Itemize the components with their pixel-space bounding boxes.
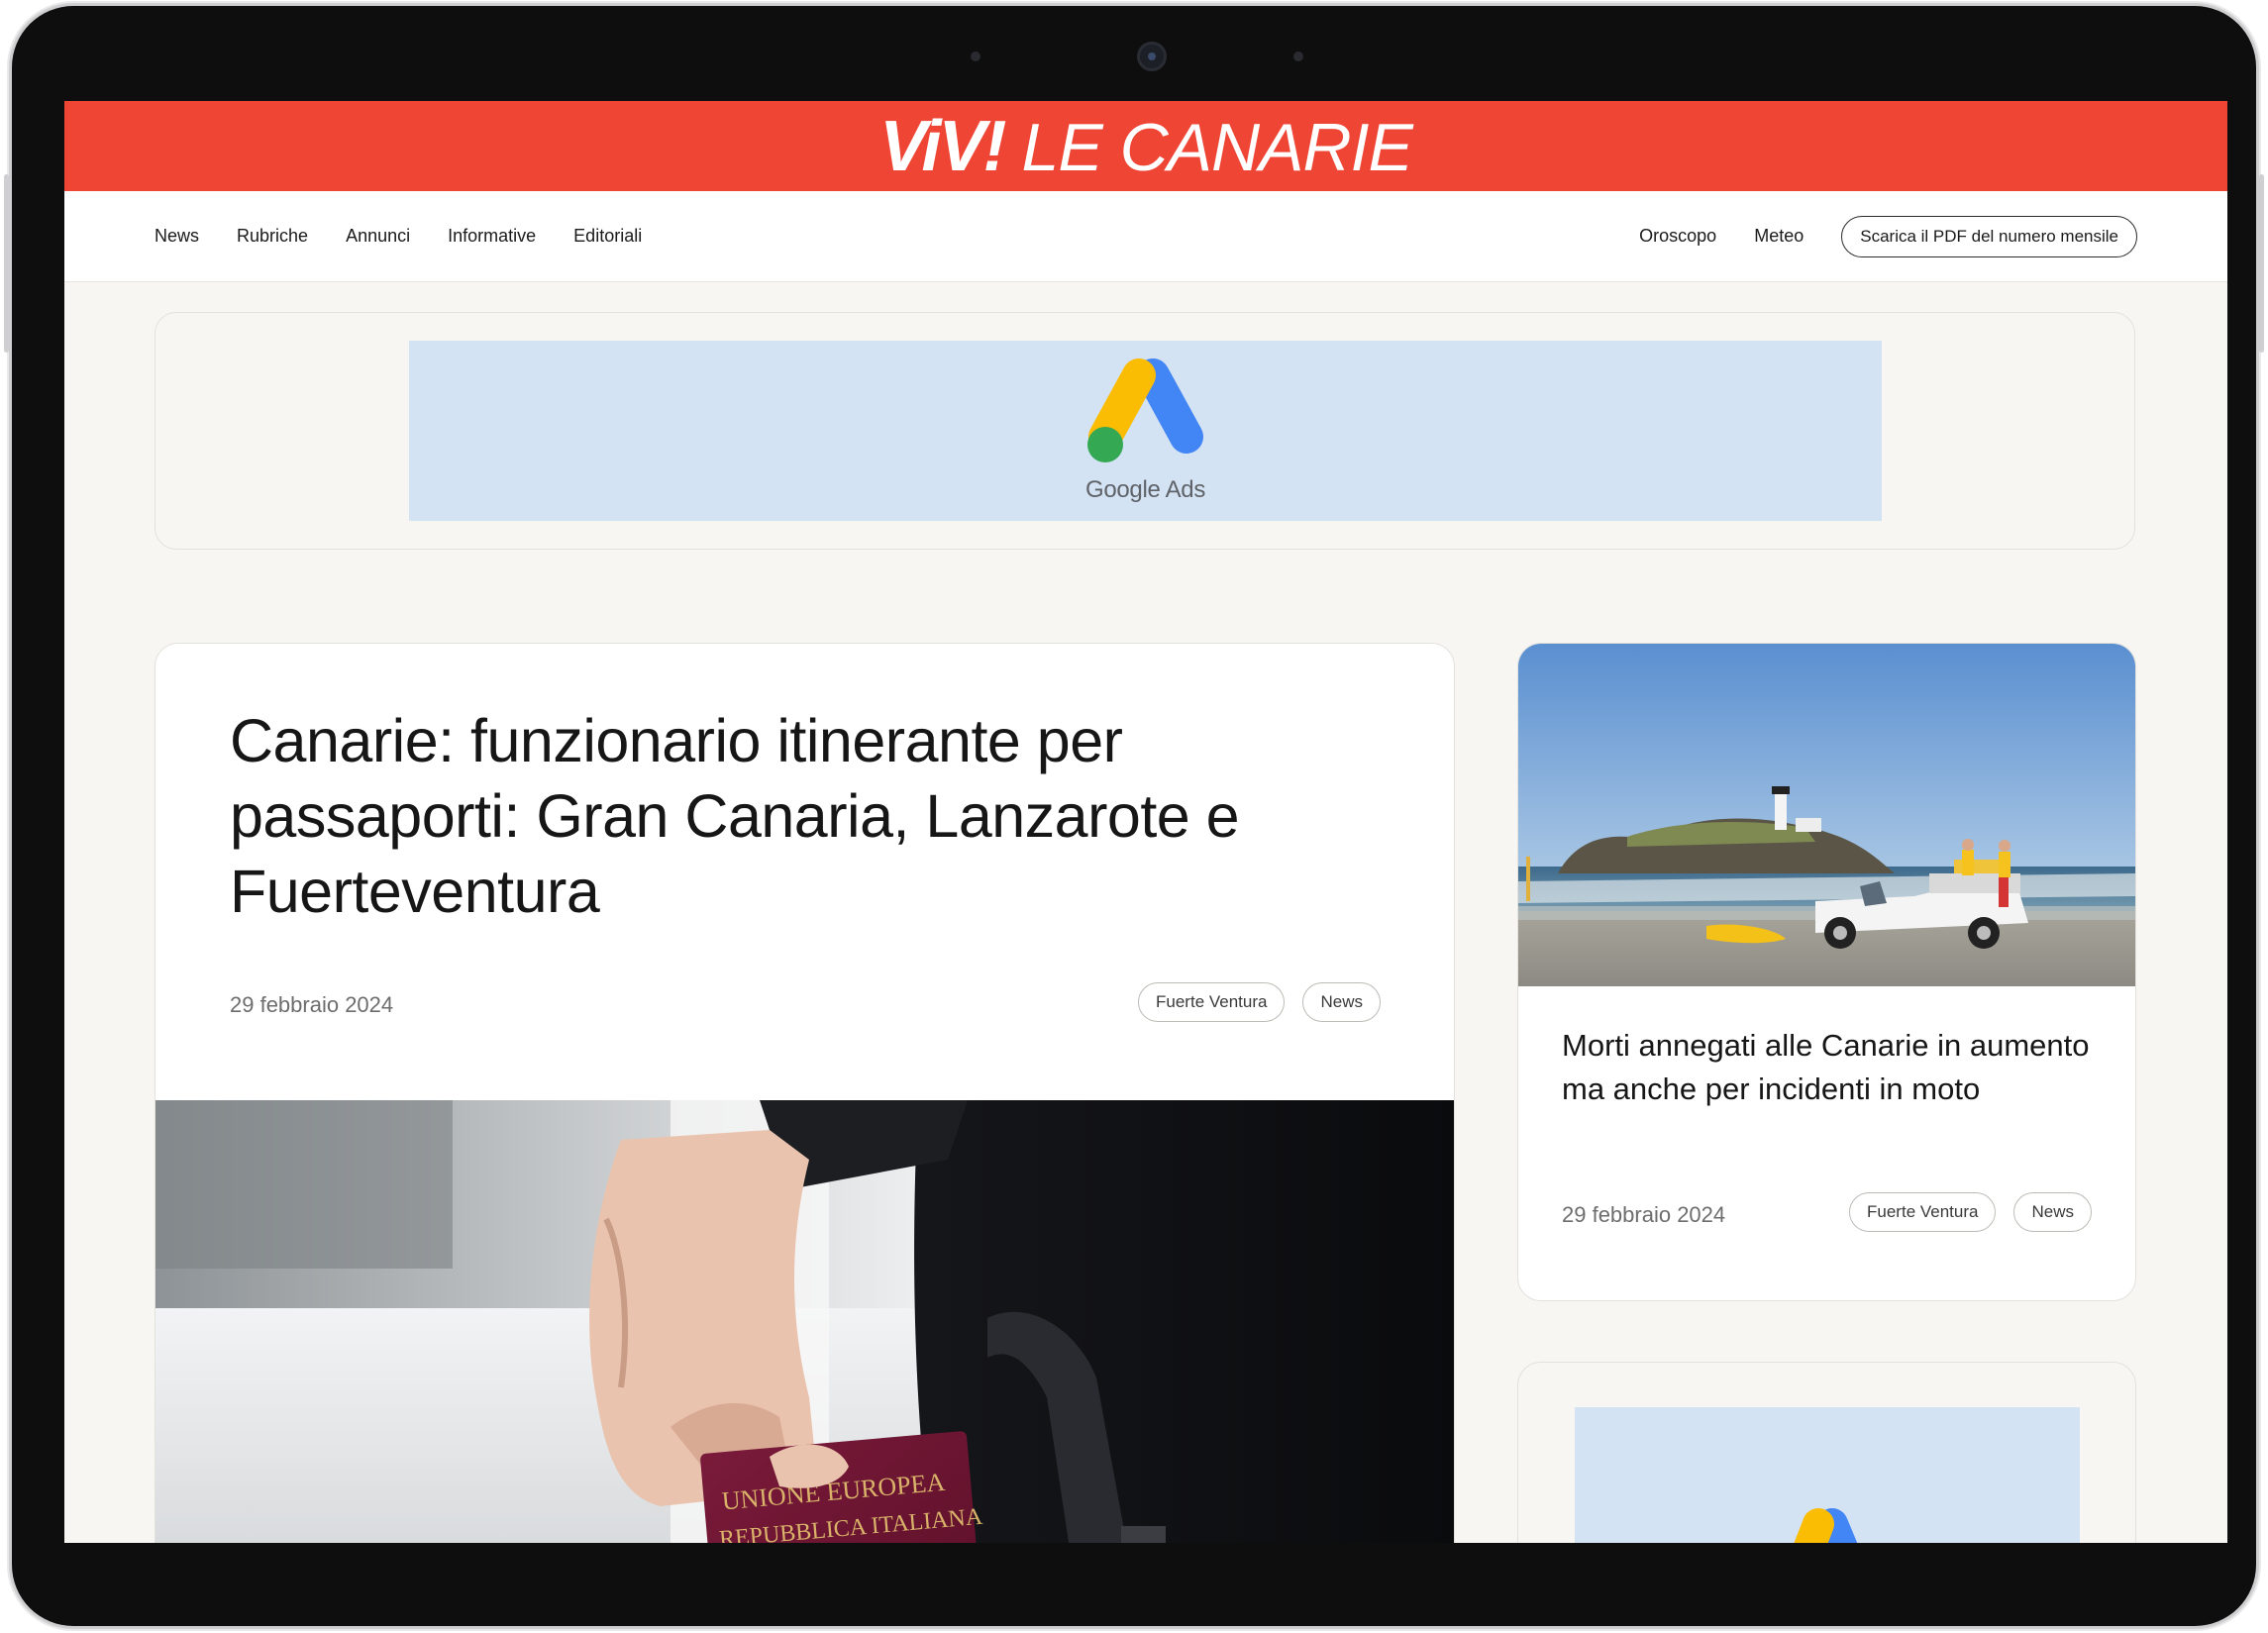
nav-item-editoriali[interactable]: Editoriali bbox=[573, 226, 642, 247]
tag-news[interactable]: News bbox=[2013, 1192, 2092, 1232]
nav-right-group: Oroscopo Meteo Scarica il PDF del numero… bbox=[1639, 191, 2137, 281]
article-date: 29 febbraio 2024 bbox=[1562, 1202, 1726, 1227]
download-pdf-button[interactable]: Scarica il PDF del numero mensile bbox=[1841, 215, 2137, 257]
nav-item-annunci[interactable]: Annunci bbox=[346, 226, 410, 247]
nav-item-news[interactable]: News bbox=[155, 226, 199, 247]
featured-article-card[interactable]: Canarie: funzionario itinerante per pass… bbox=[155, 643, 1455, 1543]
camera-icon bbox=[1137, 42, 1167, 71]
ad-slot[interactable] bbox=[1575, 1407, 2080, 1543]
logo-text: LE CANARIE bbox=[1021, 109, 1413, 185]
nav-item-meteo[interactable]: Meteo bbox=[1754, 226, 1804, 247]
article-date: 29 febbraio 2024 bbox=[230, 992, 394, 1017]
article-title[interactable]: Morti annegati alle Canarie in aumento m… bbox=[1562, 1024, 2102, 1111]
article-tags: Fuerte Ventura News bbox=[1138, 982, 1381, 1022]
google-ads-icon bbox=[1086, 358, 1203, 462]
site-header: ViV! LE CANARIE bbox=[64, 101, 2227, 191]
article-title[interactable]: Canarie: funzionario itinerante per pass… bbox=[230, 703, 1359, 929]
tag-news[interactable]: News bbox=[1302, 982, 1381, 1022]
tablet-frame: ViV! LE CANARIE News Rubriche Annunci Inf… bbox=[4, 6, 2264, 1626]
nav-left-group: News Rubriche Annunci Informative Editor… bbox=[155, 191, 642, 281]
ad-banner: Google Ads bbox=[155, 312, 2135, 550]
article-tags: Fuerte Ventura News bbox=[1849, 1192, 2092, 1232]
sensor-dot bbox=[1293, 51, 1303, 61]
side-button bbox=[2259, 174, 2264, 353]
browser-viewport: ViV! LE CANARIE News Rubriche Annunci Inf… bbox=[64, 101, 2227, 1543]
ad-label: Google Ads bbox=[1084, 476, 1206, 503]
side-ad-banner bbox=[1517, 1362, 2136, 1543]
google-ads-icon bbox=[1794, 1508, 1858, 1543]
side-article-card[interactable]: Morti annegati alle Canarie in aumento m… bbox=[1517, 643, 2136, 1301]
passport-photo[interactable]: UNIONE EUROPEA REPUBBLICA ITALIANA bbox=[155, 1100, 1455, 1543]
main-navigation: News Rubriche Annunci Informative Editor… bbox=[64, 191, 2227, 282]
side-button bbox=[4, 174, 9, 353]
ad-slot[interactable]: Google Ads bbox=[409, 341, 1882, 521]
nav-item-rubriche[interactable]: Rubriche bbox=[237, 226, 308, 247]
nav-item-oroscopo[interactable]: Oroscopo bbox=[1639, 226, 1716, 247]
site-logo[interactable]: ViV! LE CANARIE bbox=[879, 106, 1413, 187]
sensor-dot bbox=[971, 51, 980, 61]
beach-lifeguard-photo[interactable] bbox=[1518, 644, 2136, 986]
nav-item-informative[interactable]: Informative bbox=[448, 226, 536, 247]
tag-fuerte-ventura[interactable]: Fuerte Ventura bbox=[1849, 1192, 1997, 1232]
tag-fuerte-ventura[interactable]: Fuerte Ventura bbox=[1138, 982, 1286, 1022]
logo-bold: ViV! bbox=[879, 106, 1006, 186]
